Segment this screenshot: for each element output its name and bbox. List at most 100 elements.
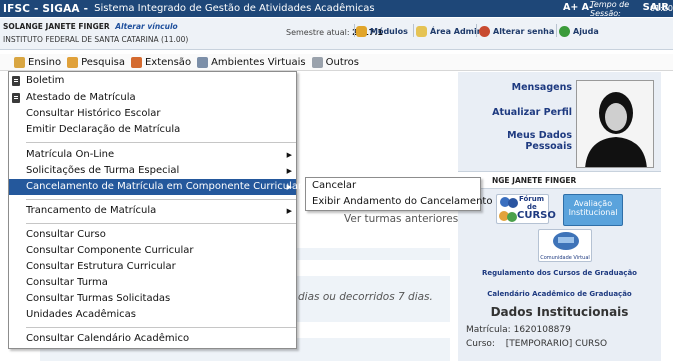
previous-classes-link[interactable]: Ver turmas anteriores xyxy=(344,213,458,225)
menu-item-label: Consultar Componente Curricular xyxy=(26,245,194,256)
modules-label: Módulos xyxy=(370,26,408,36)
user-name: SOLANGE JANETE FINGER xyxy=(3,22,110,31)
menu-item-cancelamento[interactable]: Cancelamento de Matrícula em Componente … xyxy=(9,179,302,195)
monitor-icon xyxy=(197,56,209,68)
submenu-item-andamento[interactable]: Exibir Andamento do Cancelamento xyxy=(312,196,492,207)
enrollment-info: Matrícula: 1620108879 xyxy=(466,325,571,335)
menu-item-turmas-solicitadas[interactable]: Consultar Turmas Solicitadas xyxy=(9,291,296,307)
change-password-label: Alterar senha xyxy=(493,26,555,36)
menu-item-label: Unidades Acadêmicas xyxy=(26,309,136,320)
evaluation-label-1: Avaliação xyxy=(573,199,613,208)
menu-item-calendario[interactable]: Consultar Calendário Acadêmico xyxy=(9,331,296,347)
person-photo xyxy=(577,81,653,167)
community-icon xyxy=(553,232,579,250)
menu-outros-label: Outros xyxy=(325,56,359,68)
modules-icon xyxy=(356,25,367,37)
course-value: [TEMPORARIO] CURSO xyxy=(505,339,608,349)
handshake-icon xyxy=(130,56,142,68)
update-profile-link[interactable]: Atualizar Perfil xyxy=(470,107,572,118)
system-name: Sistema Integrado de Gestão de Atividade… xyxy=(94,3,375,14)
messages-link[interactable]: Mensagens xyxy=(470,82,572,93)
regulations-link[interactable]: Regulamento dos Cursos de Graduação xyxy=(458,269,661,277)
divider xyxy=(413,24,414,37)
course-info: Curso: [TEMPORARIO] CURSO xyxy=(466,339,607,349)
menu-item-label: Consultar Calendário Acadêmico xyxy=(26,333,190,344)
admin-area-label: Área Admin. xyxy=(430,26,486,36)
menu-pesquisa[interactable]: Pesquisa xyxy=(67,56,125,68)
institutional-evaluation-link[interactable]: Avaliação Institucional xyxy=(563,194,623,226)
flask-icon xyxy=(67,56,79,68)
enrollment-label: Matrícula: xyxy=(466,325,511,335)
font-size-controls[interactable]: A+ A- xyxy=(563,2,593,13)
logout-link[interactable]: SAIR xyxy=(643,2,669,13)
books-icon xyxy=(14,56,25,68)
menu-item-atestado[interactable]: Atestado de Matrícula xyxy=(9,90,296,106)
menu-item-label: Trancamento de Matrícula xyxy=(26,205,157,216)
menu-ensino-label: Ensino xyxy=(28,56,62,68)
personal-data-link[interactable]: Meus Dados Pessoais xyxy=(466,130,572,152)
submenu-item-cancelar[interactable]: Cancelar xyxy=(312,180,356,191)
menu-ambientes-virtuais[interactable]: Ambientes Virtuais xyxy=(197,56,306,68)
help-link[interactable]: Ajuda xyxy=(559,24,599,38)
menu-item-consultar-curso[interactable]: Consultar Curso xyxy=(9,227,296,243)
menu-item-trancamento[interactable]: Trancamento de Matrícula ▶ xyxy=(9,203,296,219)
system-acronym: IFSC - SIGAA - xyxy=(3,2,89,15)
cancelamento-submenu: Cancelar Exibir Andamento do Cancelament… xyxy=(305,177,492,211)
menu-item-label: Cancelamento de Matrícula em Componente … xyxy=(26,181,303,192)
menu-item-label: Atestado de Matrícula xyxy=(26,92,136,103)
menu-item-label: Consultar Turma xyxy=(26,277,108,288)
menu-outros[interactable]: Outros xyxy=(311,56,359,68)
menu-item-label: Boletim xyxy=(26,75,65,86)
menu-item-unidades[interactable]: Unidades Acadêmicas xyxy=(9,307,296,323)
modules-link[interactable]: Módulos xyxy=(356,24,408,38)
user-line: SOLANGE JANETE FINGER Alterar vínculo xyxy=(3,22,178,31)
main-menu-bar: Ensino Pesquisa Extensão Ambientes Virtu… xyxy=(0,54,673,71)
menu-item-label: Matrícula On-Line xyxy=(26,149,115,160)
menu-ambientes-label: Ambientes Virtuais xyxy=(211,56,306,68)
menu-extensao-label: Extensão xyxy=(144,56,192,68)
divider xyxy=(354,24,355,37)
menu-ensino[interactable]: Ensino xyxy=(14,56,62,68)
menu-item-label: Solicitações de Turma Especial xyxy=(26,165,180,176)
menu-item-consultar-componente[interactable]: Consultar Componente Curricular xyxy=(9,243,296,259)
menu-pesquisa-label: Pesquisa xyxy=(81,56,125,68)
semester-label: Semestre atual: xyxy=(286,28,350,37)
divider xyxy=(556,24,557,37)
menu-item-consultar-estrutura[interactable]: Consultar Estrutura Curricular xyxy=(9,259,296,275)
menu-separator xyxy=(26,199,296,200)
change-link[interactable]: Alterar vínculo xyxy=(115,22,177,31)
ensino-dropdown-menu: Boletim Atestado de Matrícula Consultar … xyxy=(8,71,302,349)
submenu-arrow-icon: ▶ xyxy=(286,167,292,175)
submenu-arrow-icon: ▶ xyxy=(286,207,292,215)
menu-item-label: Consultar Histórico Escolar xyxy=(26,108,161,119)
forum-label-3: CURSO xyxy=(517,210,556,221)
document-icon xyxy=(12,76,20,86)
menu-item-turma-especial[interactable]: Solicitações de Turma Especial ▶ xyxy=(9,163,296,179)
academic-calendar-link[interactable]: Calendário Acadêmico de Graduação xyxy=(458,290,661,298)
submenu-arrow-icon: ▶ xyxy=(286,183,292,191)
menu-item-boletim[interactable]: Boletim xyxy=(9,73,296,89)
menu-item-matricula-online[interactable]: Matrícula On-Line ▶ xyxy=(9,147,296,163)
menu-item-historico[interactable]: Consultar Histórico Escolar xyxy=(9,106,296,122)
community-label: Comunidade Virtual xyxy=(540,255,590,261)
document-icon xyxy=(12,93,20,103)
menu-extensao[interactable]: Extensão xyxy=(130,56,192,68)
menu-item-label: Consultar Turmas Solicitadas xyxy=(26,293,171,304)
menu-item-declaracao[interactable]: Emitir Declaração de Matrícula xyxy=(9,122,296,138)
gear-icon xyxy=(311,56,323,68)
menu-separator xyxy=(26,223,296,224)
menu-separator xyxy=(26,142,296,143)
help-label: Ajuda xyxy=(573,26,599,36)
forum-label-1: Fórum xyxy=(519,195,545,203)
evaluation-label-2: Institucional xyxy=(568,208,618,217)
change-password-link[interactable]: Alterar senha xyxy=(479,24,554,38)
menu-item-consultar-turma[interactable]: Consultar Turma xyxy=(9,275,296,291)
menu-item-label: Emitir Declaração de Matrícula xyxy=(26,124,181,135)
course-label: Curso: xyxy=(466,339,495,349)
virtual-community-link[interactable]: Comunidade Virtual xyxy=(538,229,592,262)
key-icon xyxy=(479,25,490,37)
institution-name: INSTITUTO FEDERAL DE SANTA CATARINA (11.… xyxy=(3,35,189,44)
menu-separator xyxy=(26,327,296,328)
top-bar: IFSC - SIGAA - Sistema Integrado de Gest… xyxy=(0,0,673,18)
avatar xyxy=(576,80,654,168)
